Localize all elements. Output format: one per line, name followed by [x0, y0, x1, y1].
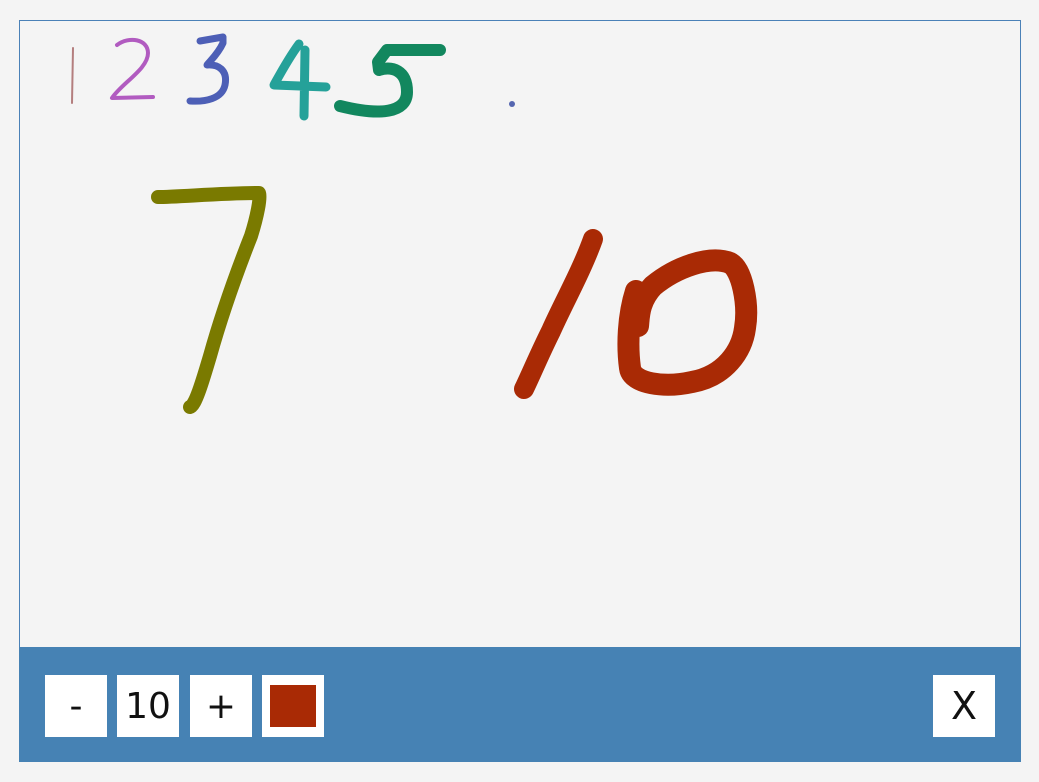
canvas-drawing	[71, 33, 758, 414]
brush-size-display: 10	[117, 675, 179, 737]
current-color-swatch	[270, 685, 316, 727]
stroke-digit-4	[269, 39, 331, 121]
stroke-digit-2	[110, 37, 155, 100]
stroke-digit-10-zero	[617, 249, 758, 396]
stroke-digit-7	[151, 186, 267, 414]
toolbar: - 10 + X	[19, 647, 1021, 762]
stroke-digit-10-one	[514, 229, 603, 399]
increase-brush-size-button[interactable]: +	[190, 675, 252, 737]
stroke-digit-1	[71, 47, 74, 104]
stroke-dot	[509, 101, 515, 107]
stroke-digit-5	[334, 44, 446, 118]
close-button[interactable]: X	[933, 675, 995, 737]
paint-app: - 10 + X	[19, 20, 1021, 762]
color-picker-button[interactable]	[262, 675, 324, 737]
decrease-brush-size-button[interactable]: -	[45, 675, 107, 737]
drawing-canvas[interactable]	[19, 20, 1021, 647]
stroke-digit-3	[186, 33, 230, 105]
